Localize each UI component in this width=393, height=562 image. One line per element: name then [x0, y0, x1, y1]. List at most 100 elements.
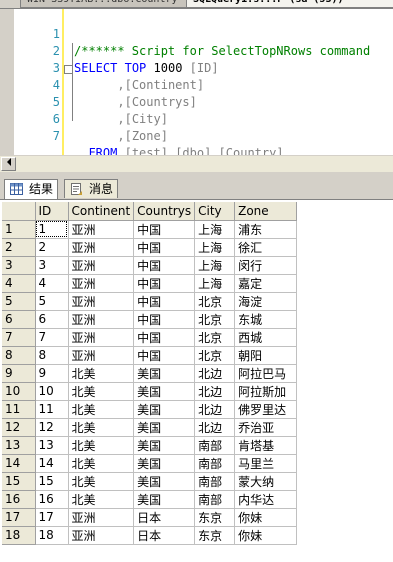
- tab-results[interactable]: 结果: [4, 179, 59, 199]
- grid-cell[interactable]: 11: [35, 400, 69, 419]
- column-header[interactable]: Continent: [68, 202, 135, 221]
- table-row[interactable]: 1 1 亚洲 中国 上海 浦东: [2, 220, 298, 239]
- grid-cell[interactable]: 4: [35, 274, 69, 293]
- row-number[interactable]: 10: [2, 382, 36, 401]
- grid-cell[interactable]: 阿拉巴马: [234, 364, 298, 383]
- grid-cell[interactable]: 北边: [194, 364, 236, 383]
- grid-cell[interactable]: 北美: [68, 418, 135, 437]
- grid-cell[interactable]: 南部: [194, 436, 236, 455]
- grid-cell[interactable]: 乔治亚: [234, 418, 298, 437]
- grid-cell[interactable]: 东京: [194, 526, 236, 545]
- grid-cell[interactable]: 北美: [68, 454, 135, 473]
- grid-cell[interactable]: 亚洲: [68, 292, 135, 311]
- table-row[interactable]: 17 17 亚洲 日本 东京 你妹: [2, 508, 298, 527]
- grid-cell[interactable]: 北京: [194, 346, 236, 365]
- corner-cell[interactable]: [2, 202, 36, 221]
- grid-cell[interactable]: 北边: [194, 418, 236, 437]
- grid-cell[interactable]: 北美: [68, 472, 135, 491]
- grid-cell[interactable]: 中国: [133, 310, 196, 329]
- grid-cell[interactable]: 北美: [68, 436, 135, 455]
- grid-cell[interactable]: 北边: [194, 382, 236, 401]
- grid-cell[interactable]: 东城: [234, 310, 298, 329]
- grid-cell[interactable]: 海淀: [234, 292, 298, 311]
- results-grid[interactable]: ID Continent Countrys City Zone 1 1 亚洲 中国 上海…: [0, 200, 393, 562]
- table-row[interactable]: 10 10 北美 美国 北边 阿拉斯加: [2, 382, 298, 401]
- row-number[interactable]: 6: [2, 310, 36, 329]
- column-header[interactable]: ID: [35, 202, 69, 221]
- grid-cell[interactable]: 阿拉斯加: [234, 382, 298, 401]
- grid-cell[interactable]: 亚洲: [68, 274, 135, 293]
- grid-cell[interactable]: 闵行: [234, 256, 298, 275]
- grid-cell[interactable]: 5: [35, 292, 69, 311]
- grid-cell[interactable]: 南部: [194, 472, 236, 491]
- grid-cell[interactable]: 嘉定: [234, 274, 298, 293]
- table-row[interactable]: 5 5 亚洲 中国 北京 海淀: [2, 292, 298, 311]
- grid-cell[interactable]: 2: [35, 238, 69, 257]
- column-header[interactable]: City: [194, 202, 236, 221]
- grid-cell[interactable]: 亚洲: [68, 508, 135, 527]
- grid-cell[interactable]: 3: [35, 256, 69, 275]
- table-row[interactable]: 18 18 亚洲 日本 东京 你妹: [2, 526, 298, 545]
- row-number[interactable]: 5: [2, 292, 36, 311]
- row-number[interactable]: 2: [2, 238, 36, 257]
- grid-cell[interactable]: 中国: [133, 328, 196, 347]
- table-row[interactable]: 13 13 北美 美国 南部 肯塔基: [2, 436, 298, 455]
- row-number[interactable]: 12: [2, 418, 36, 437]
- grid-cell[interactable]: 北美: [68, 490, 135, 509]
- table-row[interactable]: 16 16 北美 美国 南部 内华达: [2, 490, 298, 509]
- scroll-left-button[interactable]: [1, 157, 16, 171]
- grid-cell[interactable]: 浦东: [234, 220, 298, 239]
- grid-cell[interactable]: 北美: [68, 382, 135, 401]
- row-number[interactable]: 8: [2, 346, 36, 365]
- grid-cell[interactable]: 12: [35, 418, 69, 437]
- grid-cell[interactable]: 中国: [133, 346, 196, 365]
- grid-cell[interactable]: 亚洲: [68, 526, 135, 545]
- grid-cell[interactable]: 肯塔基: [234, 436, 298, 455]
- grid-cell[interactable]: 东京: [194, 508, 236, 527]
- grid-cell[interactable]: 日本: [133, 526, 196, 545]
- grid-cell[interactable]: 北美: [68, 364, 135, 383]
- grid-cell[interactable]: 亚洲: [68, 238, 135, 257]
- table-row[interactable]: 6 6 亚洲 中国 北京 东城: [2, 310, 298, 329]
- doc-tab-country-table[interactable]: WIN-SS9TIAB...dbo.Country: [20, 0, 194, 8]
- grid-cell[interactable]: 南部: [194, 454, 236, 473]
- grid-cell[interactable]: 16: [35, 490, 69, 509]
- grid-cell[interactable]: 你妹: [234, 508, 298, 527]
- column-header[interactable]: Countrys: [133, 202, 196, 221]
- grid-cell[interactable]: 亚洲: [68, 310, 135, 329]
- grid-cell[interactable]: 13: [35, 436, 69, 455]
- grid-cell[interactable]: 15: [35, 472, 69, 491]
- row-number[interactable]: 7: [2, 328, 36, 347]
- table-row[interactable]: 8 8 亚洲 中国 北京 朝阳: [2, 346, 298, 365]
- grid-cell[interactable]: 8: [35, 346, 69, 365]
- grid-cell[interactable]: 南部: [194, 490, 236, 509]
- table-row[interactable]: 7 7 亚洲 中国 北京 西城: [2, 328, 298, 347]
- row-number[interactable]: 13: [2, 436, 36, 455]
- grid-cell[interactable]: 美国: [133, 436, 196, 455]
- grid-cell[interactable]: 美国: [133, 454, 196, 473]
- grid-cell[interactable]: 北京: [194, 328, 236, 347]
- grid-cell[interactable]: 美国: [133, 418, 196, 437]
- row-number[interactable]: 11: [2, 400, 36, 419]
- row-number[interactable]: 9: [2, 364, 36, 383]
- grid-cell[interactable]: 美国: [133, 364, 196, 383]
- row-number[interactable]: 14: [2, 454, 36, 473]
- table-row[interactable]: 3 3 亚洲 中国 上海 闵行: [2, 256, 298, 275]
- grid-cell[interactable]: 中国: [133, 256, 196, 275]
- row-number[interactable]: 4: [2, 274, 36, 293]
- grid-cell[interactable]: 亚洲: [68, 256, 135, 275]
- row-number[interactable]: 15: [2, 472, 36, 491]
- grid-cell[interactable]: 内华达: [234, 490, 298, 509]
- grid-cell[interactable]: 6: [35, 310, 69, 329]
- table-row[interactable]: 15 15 北美 美国 南部 蒙大纳: [2, 472, 298, 491]
- grid-cell[interactable]: 佛罗里达: [234, 400, 298, 419]
- grid-cell[interactable]: 美国: [133, 400, 196, 419]
- table-row[interactable]: 12 12 北美 美国 北边 乔治亚: [2, 418, 298, 437]
- grid-cell[interactable]: 中国: [133, 292, 196, 311]
- grid-cell[interactable]: 亚洲: [68, 346, 135, 365]
- grid-cell[interactable]: 蒙大纳: [234, 472, 298, 491]
- grid-cell[interactable]: 中国: [133, 220, 196, 239]
- grid-cell[interactable]: 7: [35, 328, 69, 347]
- row-number[interactable]: 3: [2, 256, 36, 275]
- table-row[interactable]: 14 14 北美 美国 南部 马里兰: [2, 454, 298, 473]
